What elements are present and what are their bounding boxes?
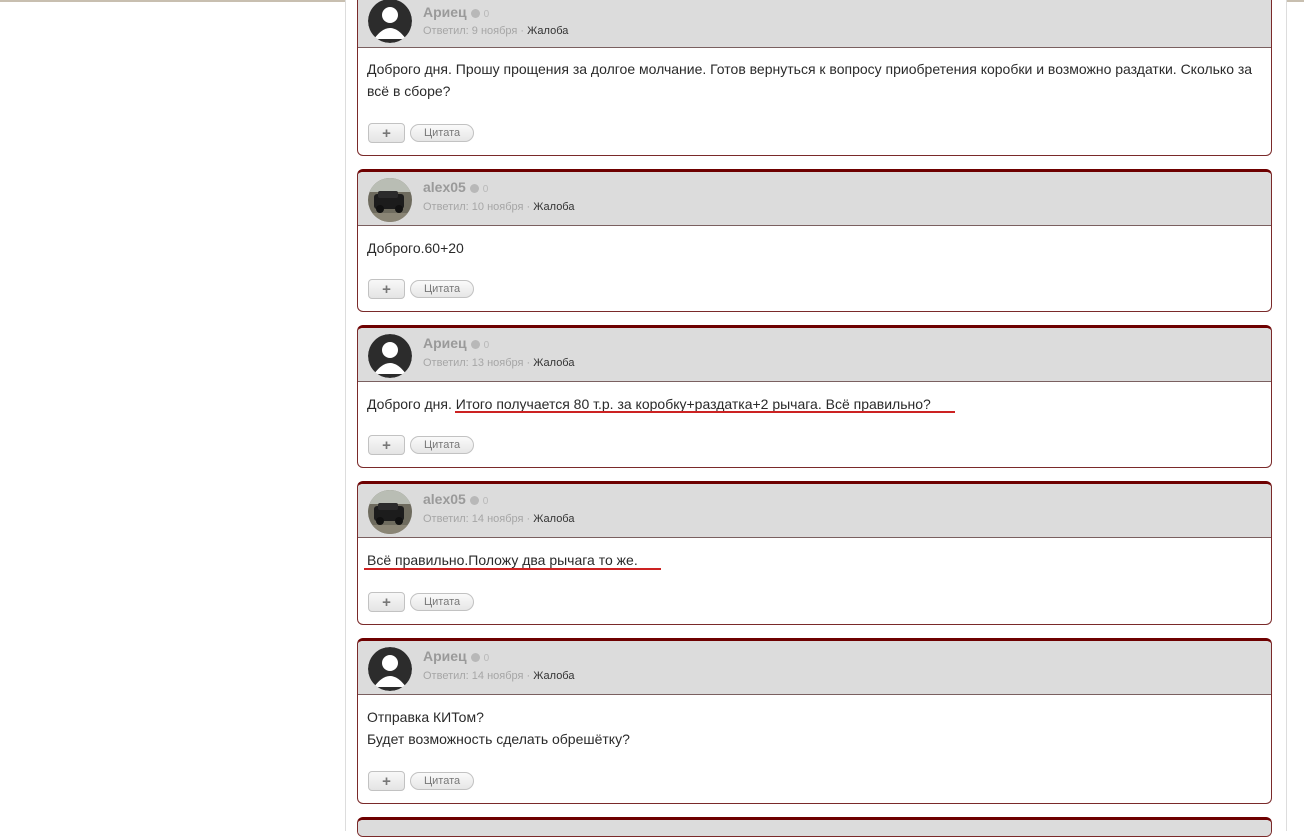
complaint-link[interactable]: Жалоба xyxy=(533,201,574,213)
post-2: alex05 0 Ответил: 10 ноября · Жалоба Доб… xyxy=(357,169,1272,312)
quote-button[interactable]: Цитата xyxy=(410,124,475,142)
post-actions: + Цитата xyxy=(368,279,475,299)
author-name[interactable]: Ариец 0 xyxy=(423,335,489,351)
reputation-count: 0 xyxy=(483,9,490,20)
post-body: Доброго.60+20 xyxy=(358,226,1271,259)
quote-button[interactable]: Цитата xyxy=(410,772,475,790)
reputation-count: 0 xyxy=(483,340,490,351)
complaint-link[interactable]: Жалоба xyxy=(527,25,568,37)
reputation-dot-icon xyxy=(469,184,479,193)
post-1: Ариец 0 Ответил: 9 ноября · Жалоба Добро… xyxy=(357,0,1272,156)
plus-button[interactable]: + xyxy=(368,771,405,791)
default-user-icon[interactable] xyxy=(368,0,412,43)
reputation-dot-icon xyxy=(469,496,479,505)
car-photo-avatar[interactable] xyxy=(368,178,412,222)
post-meta: Ответил: 10 ноября · Жалоба xyxy=(423,201,575,213)
author-name[interactable]: alex05 0 xyxy=(423,179,488,195)
post-header xyxy=(358,820,1271,836)
plus-button[interactable]: + xyxy=(368,279,405,299)
reputation-dot-icon xyxy=(470,9,480,18)
red-underline-annotation xyxy=(455,411,955,413)
post-text-line-1: Отправка КИТом? xyxy=(367,709,484,725)
post-body: Доброго дня. Прошу прощения за долгое мо… xyxy=(358,48,1271,102)
post-meta: Ответил: 14 ноября · Жалоба xyxy=(423,670,575,682)
post-meta: Ответил: 14 ноября · Жалоба xyxy=(423,513,575,525)
post-meta: Ответил: 9 ноября · Жалоба xyxy=(423,25,569,37)
post-meta: Ответил: 13 ноября · Жалоба xyxy=(423,357,575,369)
author-name[interactable]: alex05 0 xyxy=(423,491,488,507)
post-5: Ариец 0 Ответил: 14 ноября · Жалоба Отпр… xyxy=(357,638,1272,804)
reputation-count: 0 xyxy=(482,184,489,195)
post-header: Ариец 0 Ответил: 9 ноября · Жалоба xyxy=(358,0,1271,48)
post-text: Доброго.60+20 xyxy=(367,240,464,256)
post-actions: + Цитата xyxy=(368,592,475,612)
post-3: Ариец 0 Ответил: 13 ноября · Жалоба Добр… xyxy=(357,325,1272,468)
red-underline-annotation xyxy=(364,568,661,570)
plus-button[interactable]: + xyxy=(368,435,405,455)
author-name[interactable]: Ариец 0 xyxy=(423,4,489,20)
post-body: Доброго дня. Итого получается 80 т.р. за… xyxy=(358,382,1271,415)
complaint-link[interactable]: Жалоба xyxy=(533,670,574,682)
plus-button[interactable]: + xyxy=(368,592,405,612)
post-actions: + Цитата xyxy=(368,435,475,455)
reputation-dot-icon xyxy=(470,653,480,662)
complaint-link[interactable]: Жалоба xyxy=(533,357,574,369)
quote-button[interactable]: Цитата xyxy=(410,280,475,298)
reputation-count: 0 xyxy=(482,496,489,507)
default-user-icon[interactable] xyxy=(368,647,412,691)
post-actions: + Цитата xyxy=(368,123,475,143)
post-header: Ариец 0 Ответил: 14 ноября · Жалоба xyxy=(358,641,1271,695)
post-body: Всё правильно.Положу два рычага то же. xyxy=(358,538,1271,571)
post-header: Ариец 0 Ответил: 13 ноября · Жалоба xyxy=(358,328,1271,382)
post-6-partial xyxy=(357,817,1272,837)
post-text: Доброго дня. Прошу прощения за долгое мо… xyxy=(367,61,1253,99)
post-4: alex05 0 Ответил: 14 ноября · Жалоба Всё… xyxy=(357,481,1272,625)
complaint-link[interactable]: Жалоба xyxy=(533,513,574,525)
quote-button[interactable]: Цитата xyxy=(410,436,475,454)
author-name[interactable]: Ариец 0 xyxy=(423,648,489,664)
quote-button[interactable]: Цитата xyxy=(410,593,475,611)
post-body: Отправка КИТом? Будет возможность сделат… xyxy=(358,695,1271,750)
default-user-icon[interactable] xyxy=(368,334,412,378)
car-photo-avatar[interactable] xyxy=(368,490,412,534)
post-header: alex05 0 Ответил: 10 ноября · Жалоба xyxy=(358,172,1271,226)
post-header: alex05 0 Ответил: 14 ноября · Жалоба xyxy=(358,484,1271,538)
reputation-count: 0 xyxy=(483,653,490,664)
reputation-dot-icon xyxy=(470,340,480,349)
post-actions: + Цитата xyxy=(368,771,475,791)
post-text-line-2: Будет возможность сделать обрешётку? xyxy=(367,731,630,747)
plus-button[interactable]: + xyxy=(368,123,405,143)
